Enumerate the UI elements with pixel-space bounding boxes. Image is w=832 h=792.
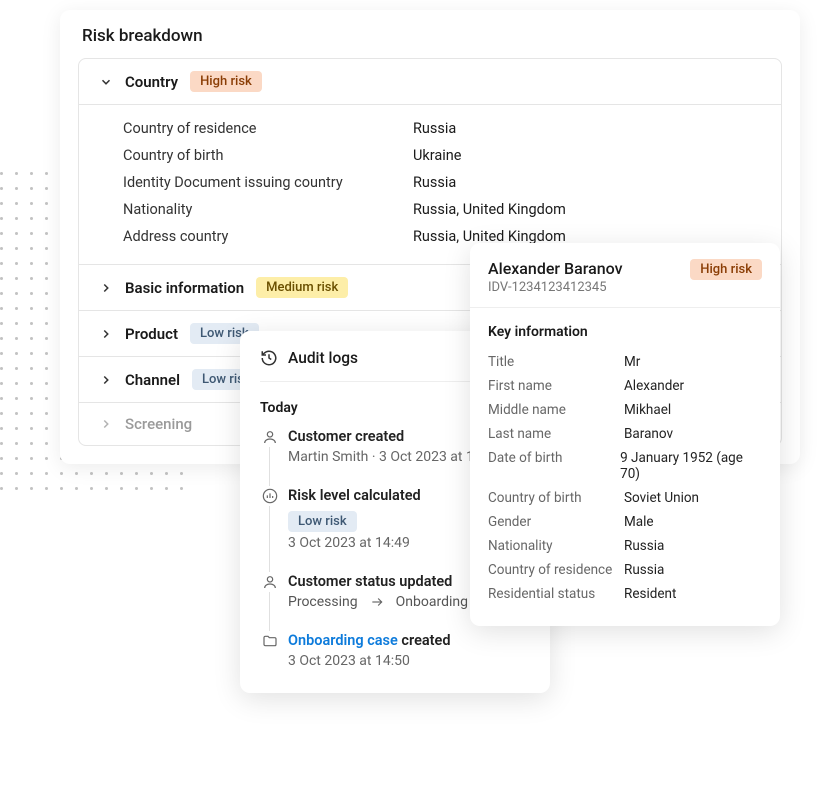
section-country-body: Country of residenceRussiaCountry of bir… xyxy=(79,105,781,265)
key-info-value: Mr xyxy=(624,354,640,370)
country-row-value: Russia xyxy=(413,174,456,191)
key-information-title: Key information xyxy=(488,324,762,340)
key-info-label: Gender xyxy=(488,514,624,530)
audit-event-case-created: Onboarding case created 3 Oct 2023 at 14… xyxy=(288,632,530,669)
country-row-label: Address country xyxy=(123,228,413,245)
user-icon xyxy=(260,427,280,447)
profile-body: Key information TitleMrFirst nameAlexand… xyxy=(470,308,780,626)
country-row: Country of birthUkraine xyxy=(123,142,761,169)
key-info-value: Baranov xyxy=(624,426,673,442)
section-country-label: Country xyxy=(125,73,178,91)
key-info-value: Male xyxy=(624,514,654,530)
key-info-row: Country of residenceRussia xyxy=(488,558,762,582)
key-info-label: Country of birth xyxy=(488,490,624,506)
key-info-label: Last name xyxy=(488,426,624,442)
country-row-label: Nationality xyxy=(123,201,413,218)
key-info-label: Middle name xyxy=(488,402,624,418)
key-info-value: Alexander xyxy=(624,378,684,394)
risk-badge-high: High risk xyxy=(690,259,762,280)
profile-card: Alexander Baranov IDV-1234123412345 High… xyxy=(470,243,780,626)
status-from: Processing xyxy=(288,594,358,610)
key-info-row: Last nameBaranov xyxy=(488,422,762,446)
history-icon xyxy=(260,349,278,367)
audit-event-title-rest: created xyxy=(398,632,451,649)
section-screening-label: Screening xyxy=(125,415,192,433)
audit-event-title: Onboarding case created xyxy=(288,632,530,649)
country-row-value: Russia, United Kingdom xyxy=(413,201,566,218)
risk-badge-low: Low risk xyxy=(288,511,357,532)
key-info-row: TitleMr xyxy=(488,350,762,374)
key-info-value: Russia xyxy=(624,538,664,554)
profile-id: IDV-1234123412345 xyxy=(488,280,623,295)
section-product-label: Product xyxy=(125,325,178,343)
country-row-label: Country of birth xyxy=(123,147,413,164)
folder-icon xyxy=(260,631,280,651)
key-info-row: Residential statusResident xyxy=(488,582,762,606)
onboarding-case-link[interactable]: Onboarding case xyxy=(288,632,398,649)
chevron-down-icon xyxy=(99,75,113,89)
country-row: NationalityRussia, United Kingdom xyxy=(123,196,761,223)
key-info-label: Date of birth xyxy=(488,450,620,482)
chevron-right-icon xyxy=(99,281,113,295)
key-info-row: GenderMale xyxy=(488,510,762,534)
profile-header: Alexander Baranov IDV-1234123412345 High… xyxy=(470,243,780,308)
section-country-header[interactable]: Country High risk xyxy=(79,59,781,105)
arrow-right-icon xyxy=(370,595,384,609)
key-info-value: Russia xyxy=(624,562,664,578)
chevron-right-icon xyxy=(99,327,113,341)
bar-chart-icon xyxy=(260,486,280,506)
key-info-value: 9 January 1952 (age 70) xyxy=(620,450,762,482)
risk-breakdown-title: Risk breakdown xyxy=(78,26,782,46)
key-info-row: Middle nameMikhael xyxy=(488,398,762,422)
key-info-row: Date of birth9 January 1952 (age 70) xyxy=(488,446,762,486)
audit-event-meta: 3 Oct 2023 at 14:50 xyxy=(288,653,530,669)
key-info-row: Country of birthSoviet Union xyxy=(488,486,762,510)
country-row: Identity Document issuing countryRussia xyxy=(123,169,761,196)
country-row-value: Ukraine xyxy=(413,147,462,164)
section-channel-label: Channel xyxy=(125,371,180,389)
status-to: Onboarding xyxy=(396,594,468,610)
chevron-right-icon xyxy=(99,417,113,431)
section-basic-label: Basic information xyxy=(125,279,244,297)
country-row: Country of residenceRussia xyxy=(123,115,761,142)
key-info-row: NationalityRussia xyxy=(488,534,762,558)
profile-name: Alexander Baranov xyxy=(488,259,623,278)
key-info-row: First nameAlexander xyxy=(488,374,762,398)
risk-badge-medium: Medium risk xyxy=(256,277,348,298)
audit-title: Audit logs xyxy=(288,349,358,367)
key-info-value: Soviet Union xyxy=(624,490,699,506)
user-icon xyxy=(260,572,280,592)
key-info-label: Nationality xyxy=(488,538,624,554)
key-info-value: Mikhael xyxy=(624,402,671,418)
key-info-label: First name xyxy=(488,378,624,394)
key-info-value: Resident xyxy=(624,586,676,602)
key-info-label: Residential status xyxy=(488,586,624,602)
key-info-label: Country of residence xyxy=(488,562,624,578)
chevron-right-icon xyxy=(99,373,113,387)
country-row-value: Russia xyxy=(413,120,456,137)
risk-badge-high: High risk xyxy=(190,71,262,92)
country-row-label: Country of residence xyxy=(123,120,413,137)
key-information-rows: TitleMrFirst nameAlexanderMiddle nameMik… xyxy=(488,350,762,606)
key-info-label: Title xyxy=(488,354,624,370)
country-row-label: Identity Document issuing country xyxy=(123,174,413,191)
